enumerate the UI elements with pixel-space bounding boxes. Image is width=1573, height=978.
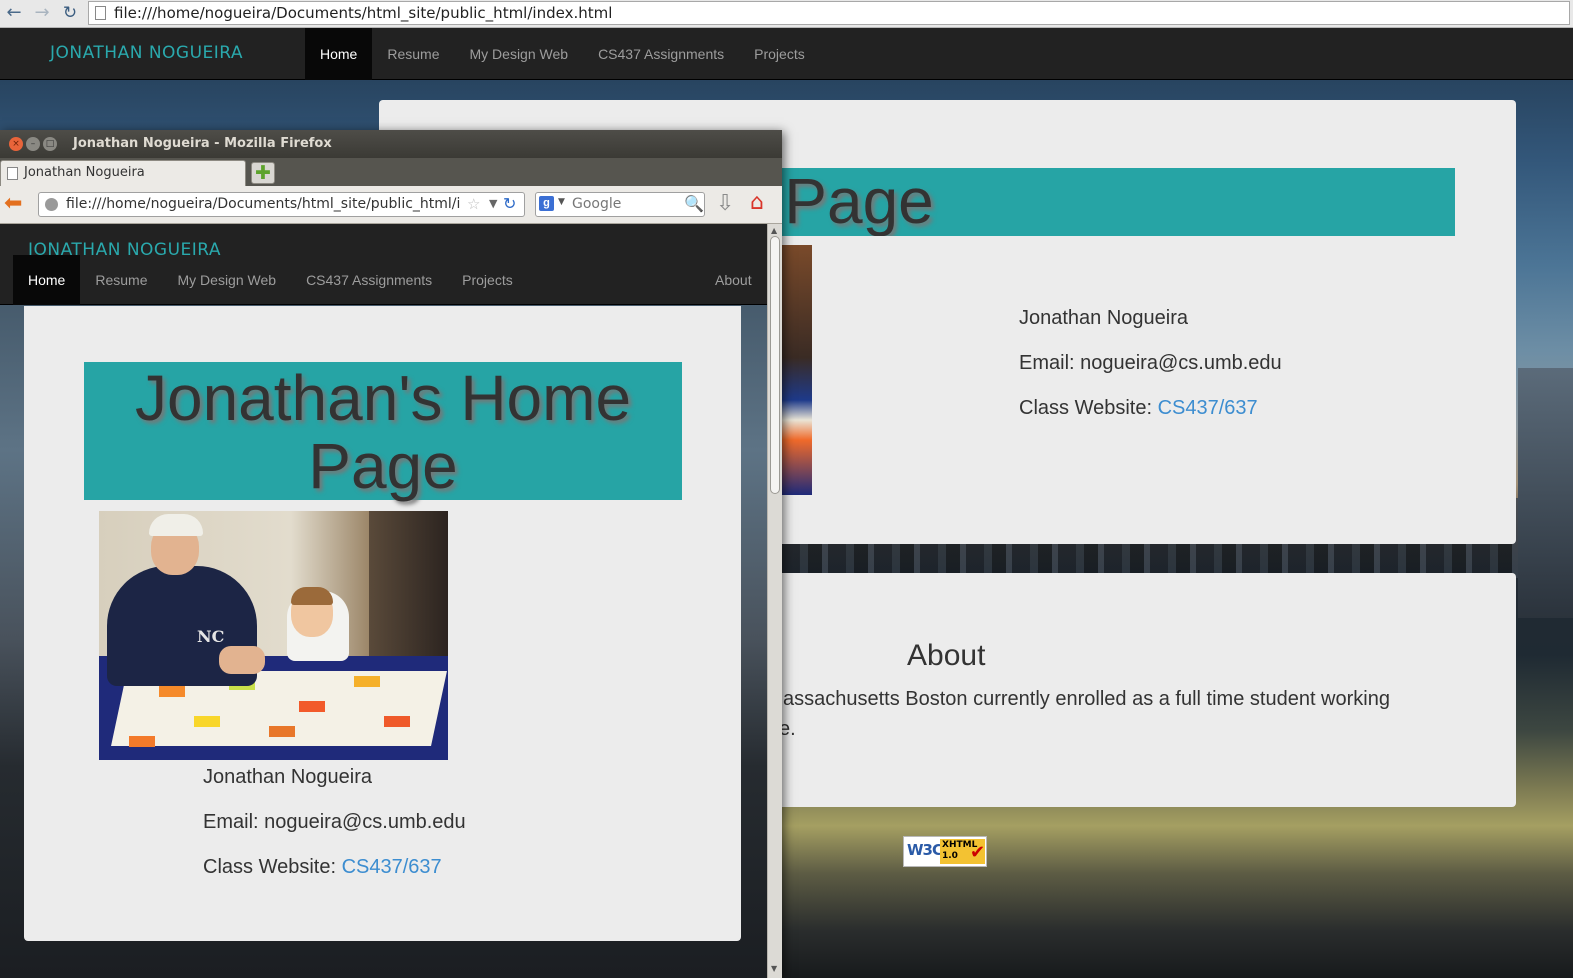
profile-card: Jonathan's Home Page NC Jonathan Nogueir… bbox=[24, 306, 741, 941]
search-icon[interactable]: 🔍 bbox=[684, 194, 704, 213]
site-nav: Home Resume My Design Web CS437 Assignme… bbox=[13, 255, 528, 305]
photo-shirt-logo: NC bbox=[197, 627, 225, 646]
url-dropdown-icon[interactable]: ▼ bbox=[489, 197, 497, 210]
page-title-banner: han's Home Page bbox=[779, 168, 1455, 236]
photo-tile bbox=[269, 726, 295, 737]
class-website-label: Class Website: bbox=[1019, 397, 1158, 419]
photo-tile bbox=[354, 676, 380, 687]
firefox-toolbar: ⬅ file:///home/nogueira/Documents/html_s… bbox=[0, 186, 782, 224]
profile-email: Email: nogueira@cs.umb.edu bbox=[1019, 352, 1282, 374]
browser-tab[interactable]: Jonathan Nogueira bbox=[0, 160, 246, 186]
site-navbar: JONATHAN NOGUEIRA Home Resume My Design … bbox=[0, 224, 767, 305]
forward-arrow-icon[interactable]: → bbox=[32, 3, 52, 23]
background-tower bbox=[1518, 368, 1573, 618]
w3c-xhtml-badge[interactable]: W3C XHTML 1.0 ✔ bbox=[903, 836, 987, 867]
address-url[interactable]: file:///home/nogueira/Documents/html_sit… bbox=[114, 4, 612, 22]
address-bar[interactable]: file:///home/nogueira/Documents/html_sit… bbox=[88, 1, 1570, 25]
window-titlebar[interactable]: × – □ Jonathan Nogueira - Mozilla Firefo… bbox=[0, 130, 782, 158]
photo-child-hair bbox=[291, 587, 333, 605]
photo-wall-shadow bbox=[369, 511, 448, 661]
photo-tile bbox=[129, 736, 155, 747]
photo-tile bbox=[194, 716, 220, 727]
tab-label: Jonathan Nogueira bbox=[24, 165, 145, 180]
vertical-scrollbar[interactable]: ▲ ▼ bbox=[767, 224, 782, 978]
bookmark-star-icon[interactable]: ☆ bbox=[467, 195, 480, 213]
home-icon[interactable]: ⌂ bbox=[750, 190, 764, 215]
xhtml-label: XHTML 1.0 ✔ bbox=[940, 839, 985, 864]
window-title: Jonathan Nogueira - Mozilla Firefox bbox=[73, 136, 332, 151]
profile-name: Jonathan Nogueira bbox=[1019, 307, 1189, 329]
tab-strip: Jonathan Nogueira ✚ bbox=[0, 158, 782, 186]
nav-item-home[interactable]: Home bbox=[13, 255, 81, 305]
tab-page-icon bbox=[7, 167, 18, 180]
window-close-icon[interactable]: × bbox=[9, 137, 23, 151]
about-title: About bbox=[907, 639, 986, 672]
url-bar[interactable]: file:///home/nogueira/Documents/html_sit… bbox=[38, 192, 525, 217]
nav-item-my-design-web[interactable]: My Design Web bbox=[163, 255, 292, 305]
page-title: han's Home Page bbox=[779, 168, 934, 236]
nav-item-my-design-web[interactable]: My Design Web bbox=[455, 28, 584, 80]
window-minimize-icon[interactable]: – bbox=[26, 137, 40, 151]
profile-class-website: Class Website: CS437/637 bbox=[203, 856, 466, 879]
photo-tile bbox=[384, 716, 410, 727]
back-arrow-icon[interactable]: ⬅ bbox=[4, 193, 22, 215]
checkmark-icon: ✔ bbox=[970, 842, 986, 863]
about-text-line: assachusetts Boston currently enrolled a… bbox=[783, 688, 1390, 710]
xhtml-version: 1.0 bbox=[942, 851, 958, 861]
profile-info: Jonathan Nogueira Email: nogueira@cs.umb… bbox=[1019, 307, 1282, 442]
url-text[interactable]: file:///home/nogueira/Documents/html_sit… bbox=[66, 196, 461, 212]
download-icon[interactable]: ⇩ bbox=[716, 191, 734, 216]
w3c-logo: W3C bbox=[907, 841, 943, 859]
profile-class-website: Class Website: CS437/637 bbox=[1019, 397, 1282, 420]
new-tab-icon[interactable]: ✚ bbox=[251, 162, 275, 184]
class-website-label: Class Website: bbox=[203, 856, 342, 878]
google-engine-icon[interactable]: g bbox=[539, 196, 554, 211]
photo-person-cap bbox=[149, 514, 203, 536]
profile-info: Jonathan Nogueira Email: nogueira@cs.umb… bbox=[203, 766, 466, 901]
scroll-up-icon[interactable]: ▲ bbox=[771, 226, 777, 235]
page-viewport: JONATHAN NOGUEIRA Home Resume My Design … bbox=[0, 224, 767, 978]
engine-dropdown-icon[interactable]: ▼ bbox=[558, 197, 565, 207]
site-navbar: JONATHAN NOGUEIRA Home Resume My Design … bbox=[0, 28, 1573, 80]
photo-tile bbox=[299, 701, 325, 712]
reload-icon[interactable]: ↻ bbox=[503, 194, 516, 213]
page-title: Jonathan's Home Page bbox=[134, 362, 632, 502]
reload-icon[interactable]: ↻ bbox=[60, 3, 80, 23]
page-icon bbox=[95, 6, 106, 20]
site-nav: Home Resume My Design Web CS437 Assignme… bbox=[305, 28, 820, 80]
photo-person-arm bbox=[219, 646, 265, 674]
nav-item-cs437-assignments[interactable]: CS437 Assignments bbox=[583, 28, 739, 80]
nav-item-projects[interactable]: Projects bbox=[739, 28, 820, 80]
page-title-banner: Jonathan's Home Page bbox=[84, 362, 682, 500]
firefox-window: × – □ Jonathan Nogueira - Mozilla Firefo… bbox=[0, 130, 782, 978]
profile-email: Email: nogueira@cs.umb.edu bbox=[203, 811, 466, 833]
nav-item-home[interactable]: Home bbox=[305, 28, 373, 80]
back-arrow-icon[interactable]: ← bbox=[4, 3, 24, 23]
nav-item-resume[interactable]: Resume bbox=[80, 255, 162, 305]
site-brand[interactable]: JONATHAN NOGUEIRA bbox=[50, 43, 243, 63]
nav-item-cs437-assignments[interactable]: CS437 Assignments bbox=[291, 255, 447, 305]
profile-name: Jonathan Nogueira bbox=[203, 766, 373, 788]
search-input[interactable]: Google bbox=[572, 196, 621, 212]
nav-item-about[interactable]: About bbox=[715, 255, 752, 305]
nav-item-projects[interactable]: Projects bbox=[447, 255, 528, 305]
profile-photo bbox=[779, 245, 812, 495]
window-maximize-icon[interactable]: □ bbox=[43, 137, 57, 151]
class-website-link[interactable]: CS437/637 bbox=[1158, 397, 1258, 419]
search-box[interactable]: g ▼ Google 🔍 bbox=[535, 192, 705, 217]
profile-photo: NC bbox=[99, 511, 448, 760]
scroll-down-icon[interactable]: ▼ bbox=[771, 964, 777, 973]
outer-browser-toolbar: ← → ↻ file:///home/nogueira/Documents/ht… bbox=[0, 0, 1573, 28]
photo-tile bbox=[159, 686, 185, 697]
globe-icon bbox=[45, 198, 58, 211]
scrollbar-thumb[interactable] bbox=[770, 236, 780, 494]
nav-item-resume[interactable]: Resume bbox=[372, 28, 454, 80]
class-website-link[interactable]: CS437/637 bbox=[342, 856, 442, 878]
